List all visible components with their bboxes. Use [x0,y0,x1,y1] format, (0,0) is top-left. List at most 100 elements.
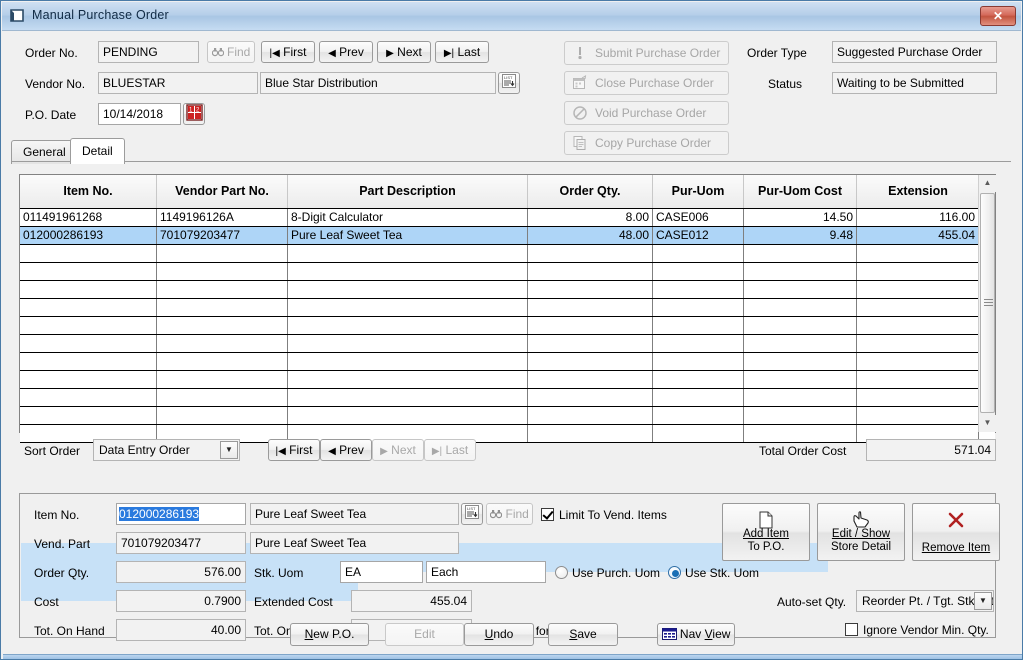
nav-view-label: Nav View [679,627,731,641]
svg-text:LIST: LIST [467,506,476,511]
close-purchase-order-label: Close Purchase Order [595,76,714,90]
table-row[interactable]: 012000286193 701079203477 Pure Leaf Swee… [20,227,995,245]
tab-detail[interactable]: Detail [70,138,125,164]
order-type-label: Order Type [747,46,807,60]
table-row-empty[interactable] [20,245,995,263]
cell-empty [288,299,528,316]
col-header-order-qty[interactable]: Order Qty. [528,175,653,208]
list-lookup-icon: LIST [464,505,480,520]
save-button[interactable]: Save [548,623,618,646]
table-row[interactable]: 011491961268 1149196126A 8-Digit Calcula… [20,209,995,227]
cell-empty [744,353,857,370]
chevron-down-icon[interactable]: ▼ [220,441,238,459]
nav-view-button[interactable]: Nav View [657,623,735,646]
cell-empty [20,407,157,424]
detail-tot-on-hand-field: 40.00 [116,619,246,641]
sort-order-select[interactable]: Data Entry Order ▼ [93,439,240,461]
cell-empty [744,407,857,424]
cell-empty [857,353,979,370]
cell-empty [288,263,528,280]
cell-empty [744,281,857,298]
detail-nav-first-button[interactable]: |◀ First [268,439,320,461]
cell-empty [157,389,288,406]
col-header-pur-uom[interactable]: Pur-Uom [653,175,744,208]
tab-strip: General Detail [11,138,1011,164]
col-header-vendor-part[interactable]: Vendor Part No. [157,175,288,208]
po-date-field[interactable]: 10/14/2018 [98,103,181,125]
cell-empty [857,371,979,388]
col-header-extension[interactable]: Extension [857,175,979,208]
cell-empty [20,389,157,406]
table-row-empty[interactable] [20,353,995,371]
limit-to-vendor-items-checkbox[interactable] [541,508,554,521]
edit-show-line1: Edit / Show [831,528,891,540]
detail-nav-next-label: Next [391,443,416,457]
col-header-description[interactable]: Part Description [288,175,528,208]
cell-empty [288,371,528,388]
detail-cost-field[interactable]: 0.7900 [116,590,246,612]
find-button[interactable]: Find [207,41,255,63]
table-row-empty[interactable] [20,371,995,389]
detail-nav-prev-button[interactable]: ◀ Prev [320,439,372,461]
table-row-empty[interactable] [20,389,995,407]
vendor-no-field[interactable]: BLUESTAR [98,72,258,94]
prev-icon: ◀ [328,446,336,457]
edit-button[interactable]: Edit [385,623,464,646]
chevron-down-icon[interactable]: ▼ [974,592,992,610]
use-purch-uom-radio[interactable] [555,566,568,579]
cell-empty [157,299,288,316]
detail-item-no-field[interactable]: 012000286193 [116,503,246,525]
grid-vertical-scrollbar[interactable]: ▲ ▼ [978,175,996,432]
col-header-uom-cost[interactable]: Pur-Uom Cost [744,175,857,208]
vendor-list-button[interactable]: LIST [498,72,520,94]
cell-empty [744,425,857,442]
cell-empty [20,245,157,262]
cell-vendor-part: 701079203477 [157,227,288,244]
add-item-to-po-button[interactable]: Add Item To P.O. [722,503,810,561]
table-row-empty[interactable] [20,263,995,281]
add-item-button-caption: Add Item To P.O. [723,528,809,554]
nav-prev-button[interactable]: ◀ Prev [319,41,373,63]
use-stk-uom-radio[interactable] [668,566,681,579]
table-row-empty[interactable] [20,335,995,353]
next-icon: ▶ [386,48,394,59]
remove-item-button[interactable]: Remove Item [912,503,1000,561]
auto-set-qty-select[interactable]: Reorder Pt. / Tgt. Stk. Qty. ▼ [856,590,994,612]
scroll-down-arrow-icon[interactable]: ▼ [979,415,996,432]
close-purchase-order-button[interactable]: Close Purchase Order [564,71,729,95]
detail-item-list-button[interactable]: LIST [461,503,483,525]
table-row-empty[interactable] [20,407,995,425]
detail-find-button[interactable]: Find [486,503,533,525]
void-purchase-order-button[interactable]: Void Purchase Order [564,101,729,125]
grid-empty-rows [20,245,995,443]
detail-order-qty-field[interactable]: 576.00 [116,561,246,583]
detail-vend-part-field[interactable]: 701079203477 [116,532,246,554]
undo-button[interactable]: Undo [464,623,534,646]
nav-first-button[interactable]: |◀ First [261,41,315,63]
cell-order-qty: 48.00 [528,227,653,244]
scroll-up-arrow-icon[interactable]: ▲ [979,175,996,192]
cell-empty [20,317,157,334]
list-lookup-icon: LIST [501,74,517,89]
submit-purchase-order-button[interactable]: Submit Purchase Order [564,41,729,65]
edit-show-store-detail-button[interactable]: Edit / Show Store Detail [817,503,905,561]
detail-nav-next-button[interactable]: ▶ Next [372,439,424,461]
vendor-name-field[interactable]: Blue Star Distribution [260,72,496,94]
cell-empty [157,371,288,388]
cell-empty [528,263,653,280]
nav-view-icon [661,627,680,641]
new-po-button[interactable]: New P.O. [290,623,369,646]
last-icon: ▶| [431,446,443,457]
table-row-empty[interactable] [20,317,995,335]
nav-next-button[interactable]: ▶ Next [377,41,431,63]
table-row-empty[interactable] [20,281,995,299]
scrollbar-thumb[interactable] [980,193,995,413]
detail-nav-last-button[interactable]: ▶| Last [424,439,476,461]
table-row-empty[interactable] [20,299,995,317]
close-button[interactable]: ✕ [980,6,1016,26]
nav-last-button[interactable]: ▶| Last [435,41,489,63]
calendar-picker-button[interactable]: 1 2 [183,103,205,125]
order-no-field[interactable]: PENDING [98,41,199,63]
ignore-vendor-min-qty-checkbox[interactable] [845,623,858,636]
col-header-item-no[interactable]: Item No. [20,175,157,208]
